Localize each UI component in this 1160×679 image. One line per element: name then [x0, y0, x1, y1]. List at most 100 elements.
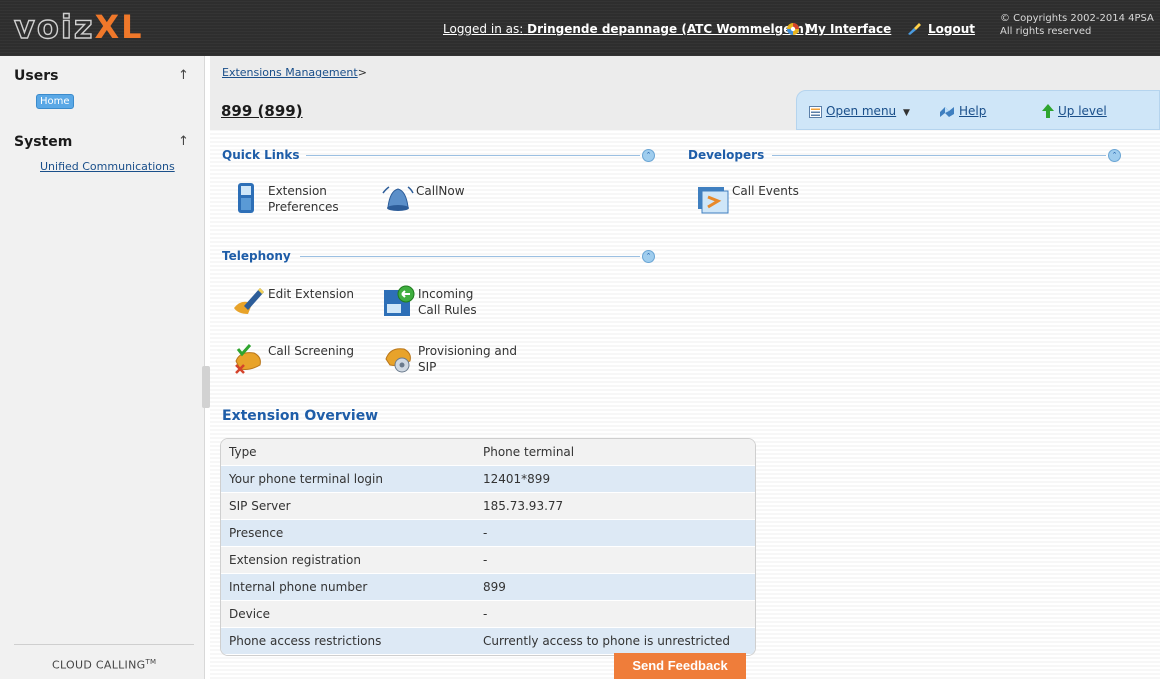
users-collapse-arrow-icon[interactable]: ↑	[178, 68, 189, 83]
up-level-label: Up level	[1058, 104, 1107, 118]
table-row: SIP Server 185.73.93.77	[221, 493, 755, 520]
extension-overview-title: Extension Overview	[222, 408, 379, 424]
help-button[interactable]: Help	[939, 104, 986, 118]
sidebar-section-users[interactable]: Users	[14, 68, 58, 84]
my-interface-link[interactable]: My Interface	[786, 22, 891, 36]
phone-handset-icon	[238, 183, 254, 213]
bell-icon	[382, 186, 414, 211]
logged-in-link[interactable]: Logged in as: Dringende depannage (ATC W…	[443, 22, 809, 36]
overview-label-cell: Your phone terminal login	[229, 472, 383, 486]
provisioning-sip-label: Provisioning and SIP	[418, 344, 517, 374]
incoming-call-rules-icon	[384, 285, 415, 316]
call-events-icon	[698, 187, 729, 214]
overview-value-cell: 12401*899	[483, 472, 551, 486]
overview-label-cell: Extension registration	[229, 553, 361, 567]
overview-value-cell: -	[483, 607, 488, 621]
developers-collapse-icon[interactable]: ⌃	[1108, 149, 1121, 162]
overview-label-cell: Presence	[229, 526, 284, 540]
overview-label-cell: SIP Server	[229, 499, 291, 513]
system-collapse-arrow-icon[interactable]: ↑	[178, 134, 189, 149]
incoming-call-rules-label: Incoming Call Rules	[418, 287, 477, 317]
help-icon	[940, 107, 954, 117]
quick-links-divider	[306, 155, 640, 156]
copyright: © Copyrights 2002-2014 4PSA All rights r…	[1000, 12, 1154, 38]
telephony-heading: Telephony	[222, 249, 291, 263]
quick-links-collapse-icon[interactable]: ⌃	[642, 149, 655, 162]
cloud-calling-tm: TM	[145, 658, 157, 666]
quick-links-heading: Quick Links	[222, 148, 300, 162]
extension-overview-table: Type Phone terminal Your phone terminal lo…	[220, 438, 756, 656]
telephony-divider	[300, 256, 640, 257]
extension-preferences-label: Extension Preferences	[268, 184, 339, 214]
edit-extension-icon	[234, 288, 264, 314]
sidebar-divider	[14, 644, 194, 645]
voizxl-logo[interactable]: voizXL	[13, 8, 144, 46]
telephony-edit-extension[interactable]: Edit Extension	[232, 284, 354, 318]
table-row: Internal phone number 899	[221, 574, 755, 601]
copyright-line1: © Copyrights 2002-2014 4PSA	[1000, 13, 1154, 24]
table-row: Your phone terminal login 12401*899	[221, 466, 755, 493]
logged-in-user: Dringende depannage (ATC Wommelgem)	[527, 22, 810, 36]
table-row: Extension registration -	[221, 547, 755, 574]
topbar: Extensions Management> 899 (899) Open me…	[210, 56, 1160, 130]
telephony-provisioning-sip[interactable]: Provisioning and SIP	[382, 341, 528, 375]
sidebar: Users ↑ Home System ↑ Unified Communicat…	[0, 56, 205, 679]
breadcrumb: Extensions Management>	[222, 66, 367, 79]
developers-divider	[772, 155, 1106, 156]
menu-list-icon	[809, 106, 822, 118]
overview-value-cell: Currently access to phone is unrestricte…	[483, 634, 730, 648]
call-events-label: Call Events	[732, 184, 799, 198]
sidebar-item-unified-communications[interactable]: Unified Communications	[40, 160, 175, 173]
table-row: Device -	[221, 601, 755, 628]
up-level-button[interactable]: Up level	[1042, 104, 1107, 118]
help-label: Help	[959, 104, 987, 118]
toolbar: Open menu ▼ Help Up level	[796, 90, 1160, 130]
sidebar-item-home[interactable]: Home	[36, 94, 74, 109]
logout-label: Logout	[928, 22, 976, 36]
callnow-label: CallNow	[416, 184, 465, 198]
provisioning-sip-icon	[385, 348, 411, 373]
up-arrow-icon	[1042, 104, 1054, 118]
table-row: Type Phone terminal	[221, 439, 755, 466]
overview-value-cell: 899	[483, 580, 506, 594]
overview-label-cell: Phone access restrictions	[229, 634, 382, 648]
logout-icon	[908, 23, 921, 35]
overview-value-cell: -	[483, 526, 488, 540]
logged-in-prefix: Logged in as:	[443, 22, 524, 36]
main-content: Extensions Management> 899 (899) Open me…	[210, 56, 1160, 679]
developers-heading: Developers	[688, 148, 765, 162]
my-interface-icon	[787, 23, 799, 35]
overview-value-cell: 185.73.93.77	[483, 499, 564, 513]
copyright-line2: All rights reserved	[1000, 26, 1092, 37]
table-row: Presence -	[221, 520, 755, 547]
edit-extension-label: Edit Extension	[268, 287, 354, 301]
overview-value-cell: -	[483, 553, 488, 567]
send-feedback-button[interactable]: Send Feedback	[614, 653, 746, 679]
telephony-collapse-icon[interactable]: ⌃	[642, 250, 655, 263]
developers-call-events[interactable]: Call Events	[696, 181, 799, 215]
telephony-call-screening[interactable]: Call Screening	[232, 341, 354, 375]
cloud-calling-label: CLOUD CALLINGTM	[52, 658, 156, 672]
open-menu-label: Open menu	[826, 104, 897, 118]
overview-label-cell: Device	[229, 607, 271, 621]
logout-link[interactable]: Logout	[906, 22, 975, 36]
quick-link-callnow[interactable]: CallNow	[380, 181, 465, 215]
breadcrumb-separator: >	[357, 66, 367, 79]
sidebar-collapse-handle[interactable]	[202, 366, 210, 408]
telephony-incoming-call-rules[interactable]: Incoming Call Rules	[382, 284, 488, 318]
open-menu-caret-icon: ▼	[902, 108, 910, 118]
logo-xl: XL	[94, 8, 144, 46]
breadcrumb-extensions-management[interactable]: Extensions Management	[222, 66, 358, 79]
logo-voiz: voiz	[13, 8, 95, 46]
overview-value-cell: Phone terminal	[483, 445, 575, 459]
my-interface-label: My Interface	[806, 22, 892, 36]
sidebar-section-system[interactable]: System	[14, 134, 72, 150]
page-title[interactable]: 899 (899)	[221, 102, 303, 120]
app-header: voizXL Logged in as: Dringende depannage…	[0, 0, 1160, 56]
quick-link-extension-preferences[interactable]: Extension Preferences	[232, 181, 339, 215]
table-row: Phone access restrictions Currently acces…	[221, 628, 755, 655]
open-menu-button[interactable]: Open menu ▼	[809, 104, 910, 118]
call-screening-icon	[235, 344, 261, 374]
overview-label-cell: Internal phone number	[229, 580, 368, 594]
call-screening-label: Call Screening	[268, 344, 355, 358]
